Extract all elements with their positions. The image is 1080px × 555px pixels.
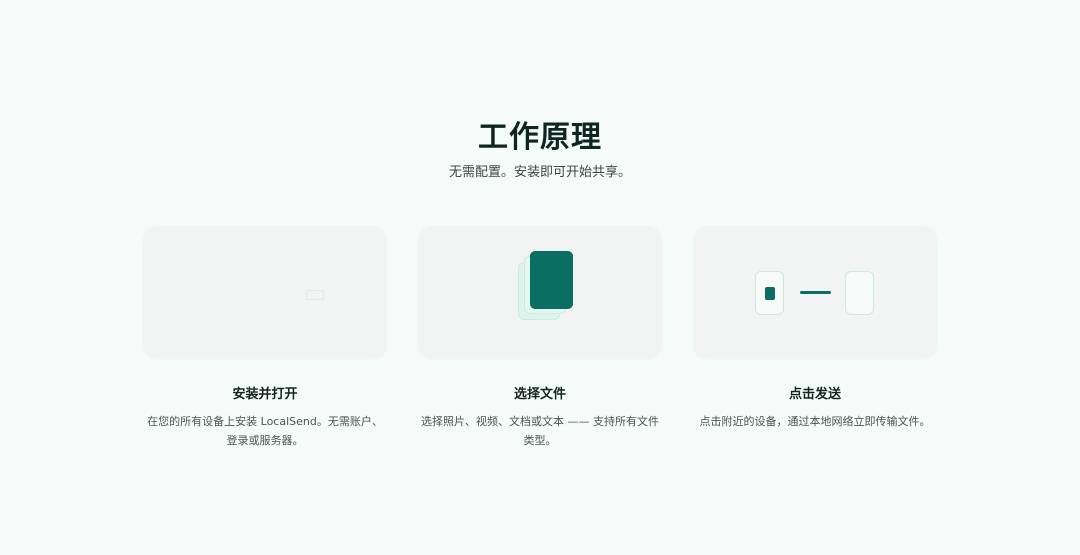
- step-select-files: 选择文件 选择照片、视频、文档或文本 —— 支持所有文件类型。: [418, 226, 662, 450]
- step-description: 在您的所有设备上安装 LocalSend。无需账户、登录或服务器。: [147, 415, 383, 447]
- step-title: 选择文件: [513, 387, 566, 402]
- step-card: [143, 226, 387, 359]
- sender-device-icon: [755, 271, 784, 315]
- step-install: 安装并打开 在您的所有设备上安装 LocalSend。无需账户、登录或服务器。: [143, 226, 387, 450]
- connection-line-icon: [800, 291, 831, 294]
- step-send: 点击发送 点击附近的设备，通过本地网络立即传输文件。: [693, 226, 937, 431]
- step-description: 选择照片、视频、文档或文本 —— 支持所有文件类型。: [421, 415, 659, 447]
- step-card: [418, 226, 662, 359]
- section-title: 工作原理: [478, 120, 602, 155]
- step-description: 点击附近的设备，通过本地网络立即传输文件。: [699, 415, 931, 428]
- receiver-device-icon: [845, 271, 874, 315]
- section-subtitle: 无需配置。安装即可开始共享。: [448, 165, 631, 180]
- step-card: [693, 226, 937, 359]
- file-stack-icon: [518, 250, 578, 324]
- install-icon: [306, 290, 324, 300]
- file-indicator-icon: [765, 287, 775, 300]
- step-title: 安装并打开: [232, 387, 298, 402]
- step-title: 点击发送: [788, 387, 841, 402]
- file-front-icon: [530, 251, 573, 309]
